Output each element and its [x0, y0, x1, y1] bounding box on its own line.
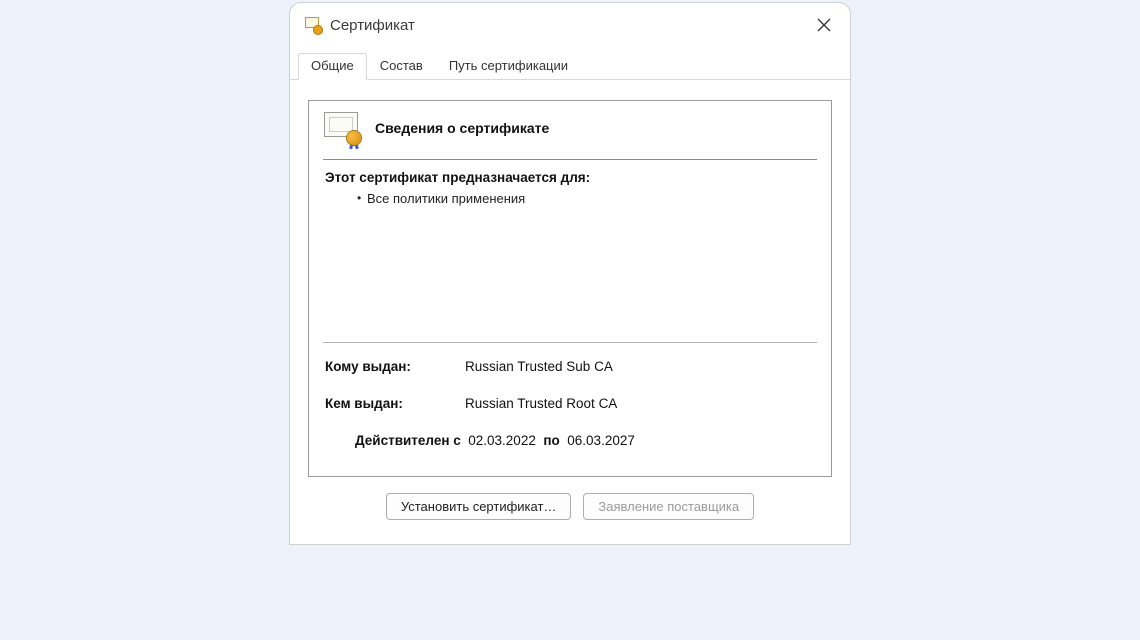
tab-general[interactable]: Общие	[298, 53, 367, 80]
certificate-dialog: Сертификат Общие Состав Путь сертификаци…	[289, 2, 851, 545]
tab-strip: Общие Состав Путь сертификации	[290, 43, 850, 80]
issued-to-row: Кому выдан: Russian Trusted Sub CA	[325, 359, 815, 374]
issued-by-row: Кем выдан: Russian Trusted Root CA	[325, 396, 815, 411]
valid-from-label: Действителен c	[355, 433, 461, 448]
issuer-statement-button: Заявление поставщика	[583, 493, 754, 520]
titlebar-left: Сертификат	[304, 16, 415, 34]
issued-by-label: Кем выдан:	[325, 396, 465, 411]
issued-to-label: Кому выдан:	[325, 359, 465, 374]
details-section: Кому выдан: Russian Trusted Sub CA Кем в…	[309, 343, 831, 476]
info-heading: Сведения о сертификате	[375, 120, 549, 136]
certificate-large-icon	[323, 111, 363, 145]
purpose-heading: Этот сертификат предназначается для:	[325, 170, 815, 185]
purpose-item: Все политики применения	[325, 191, 815, 206]
valid-to-value: 06.03.2027	[567, 433, 635, 448]
spacer	[309, 212, 831, 342]
valid-to-label: по	[543, 433, 559, 448]
info-panel: Сведения о сертификате Этот сертификат п…	[308, 100, 832, 477]
issued-to-value: Russian Trusted Sub CA	[465, 359, 613, 374]
tab-cert-path[interactable]: Путь сертификации	[436, 53, 581, 79]
issued-by-value: Russian Trusted Root CA	[465, 396, 617, 411]
button-row: Установить сертификат… Заявление поставщ…	[308, 477, 832, 532]
info-header: Сведения о сертификате	[309, 101, 831, 159]
purpose-section: Этот сертификат предназначается для: Все…	[309, 160, 831, 212]
tab-details[interactable]: Состав	[367, 53, 436, 79]
window-title: Сертификат	[330, 17, 415, 34]
titlebar: Сертификат	[290, 3, 850, 43]
validity-row: Действителен c 02.03.2022 по 06.03.2027	[325, 433, 815, 466]
close-button[interactable]	[808, 11, 840, 39]
valid-from-value: 02.03.2022	[468, 433, 536, 448]
install-certificate-button[interactable]: Установить сертификат…	[386, 493, 572, 520]
content-area: Сведения о сертификате Этот сертификат п…	[290, 80, 850, 544]
close-icon	[817, 18, 831, 32]
certificate-icon	[304, 16, 322, 34]
